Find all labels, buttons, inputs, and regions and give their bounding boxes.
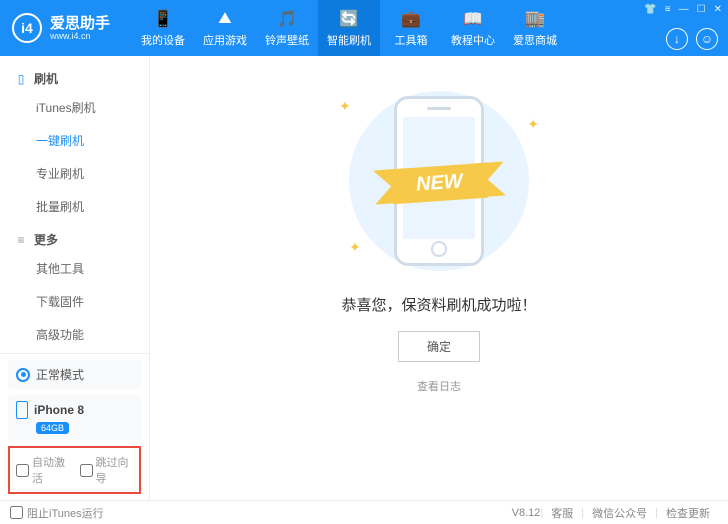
sidebar-item-advanced[interactable]: 高级功能: [0, 318, 149, 351]
close-icon[interactable]: ✕: [714, 4, 722, 15]
device-storage-badge: 64GB: [36, 422, 69, 434]
status-bar: 阻止iTunes运行 V8.12 | 客服 | 微信公众号 | 检查更新: [0, 500, 728, 524]
sidebar-item-pro-flash[interactable]: 专业刷机: [0, 157, 149, 190]
app-title: 爱思助手: [50, 16, 110, 31]
phone-icon: 📱: [153, 9, 173, 29]
app-logo: i4 爱思助手 www.i4.cn: [0, 13, 122, 43]
sparkle-icon: ✦: [527, 116, 539, 133]
header-actions: ↓ ☺: [666, 28, 718, 50]
sidebar-section-more: ≡更多: [0, 223, 149, 252]
book-icon: 📖: [463, 9, 483, 29]
toolbox-icon: 💼: [401, 9, 421, 29]
music-icon: 🎵: [277, 9, 297, 29]
app-subtitle: www.i4.cn: [50, 31, 110, 41]
device-name: iPhone 8: [34, 403, 84, 417]
minimize-icon[interactable]: ―: [679, 4, 689, 15]
user-button[interactable]: ☺: [696, 28, 718, 50]
refresh-icon: 🔄: [339, 9, 359, 29]
download-button[interactable]: ↓: [666, 28, 688, 50]
sidebar-item-itunes-flash[interactable]: iTunes刷机: [0, 91, 149, 124]
device-info[interactable]: iPhone 8 64GB: [8, 395, 141, 440]
nav-smart-flash[interactable]: 🔄智能刷机: [318, 0, 380, 56]
app-header: i4 爱思助手 www.i4.cn 📱我的设备 ⛰应用游戏 🎵铃声壁纸 🔄智能刷…: [0, 0, 728, 56]
nav-tutorials[interactable]: 📖教程中心: [442, 0, 504, 56]
sidebar-item-batch-flash[interactable]: 批量刷机: [0, 190, 149, 223]
nav-apps-games[interactable]: ⛰应用游戏: [194, 0, 256, 56]
block-itunes-checkbox[interactable]: 阻止iTunes运行: [10, 505, 104, 521]
list-icon: ≡: [14, 233, 28, 247]
auto-activate-checkbox[interactable]: 自动激活: [16, 454, 70, 486]
skin-icon[interactable]: 👕: [644, 4, 656, 15]
nav-my-device[interactable]: 📱我的设备: [132, 0, 194, 56]
version-label: V8.12: [512, 507, 541, 519]
main-content: ✦ ✦ ✦ NEW 恭喜您，保资料刷机成功啦！ 确定 查看日志: [150, 56, 728, 500]
logo-icon: i4: [12, 13, 42, 43]
sidebar: ▯刷机 iTunes刷机 一键刷机 专业刷机 批量刷机 ≡更多 其他工具 下载固…: [0, 56, 150, 500]
footer-link-update[interactable]: 检查更新: [666, 505, 710, 521]
skip-guide-checkbox[interactable]: 跳过向导: [80, 454, 134, 486]
sparkle-icon: ✦: [349, 239, 361, 256]
sparkle-icon: ✦: [339, 98, 351, 115]
success-illustration: ✦ ✦ ✦ NEW: [309, 86, 569, 276]
footer-link-wechat[interactable]: 微信公众号: [592, 505, 647, 521]
nav-store[interactable]: 🏬爱思商城: [504, 0, 566, 56]
nav-toolbox[interactable]: 💼工具箱: [380, 0, 442, 56]
apps-icon: ⛰: [215, 9, 235, 29]
device-mode[interactable]: 正常模式: [8, 360, 141, 389]
sidebar-item-other-tools[interactable]: 其他工具: [0, 252, 149, 285]
phone-outline-icon: ▯: [14, 72, 28, 86]
view-log-link[interactable]: 查看日志: [417, 378, 461, 394]
device-phone-icon: [16, 401, 28, 419]
maximize-icon[interactable]: ☐: [697, 4, 706, 15]
nav-ringtones[interactable]: 🎵铃声壁纸: [256, 0, 318, 56]
window-controls: 👕 ≡ ― ☐ ✕: [644, 4, 722, 15]
sidebar-section-flash: ▯刷机: [0, 62, 149, 91]
success-message: 恭喜您，保资料刷机成功啦！: [341, 294, 536, 315]
mode-indicator-icon: [16, 368, 30, 382]
sidebar-item-oneclick-flash[interactable]: 一键刷机: [0, 124, 149, 157]
store-icon: 🏬: [525, 9, 545, 29]
main-nav: 📱我的设备 ⛰应用游戏 🎵铃声壁纸 🔄智能刷机 💼工具箱 📖教程中心 🏬爱思商城: [132, 0, 566, 56]
flash-options: 自动激活 跳过向导: [8, 446, 141, 494]
new-ribbon: NEW: [391, 163, 488, 205]
footer-link-support[interactable]: 客服: [551, 505, 573, 521]
sidebar-item-download-firmware[interactable]: 下载固件: [0, 285, 149, 318]
menu-icon[interactable]: ≡: [665, 4, 671, 15]
confirm-button[interactable]: 确定: [398, 331, 480, 362]
